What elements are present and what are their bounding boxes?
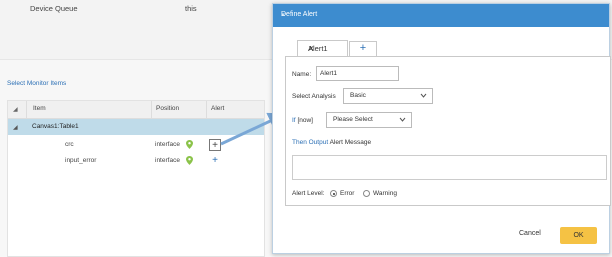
name-input[interactable]: Alert1: [316, 66, 399, 81]
if-link[interactable]: If: [292, 117, 296, 124]
section-title: Select Monitor Items: [7, 80, 67, 87]
row-item: crc: [65, 141, 74, 148]
analysis-value: Basic: [350, 92, 366, 99]
expand-group-icon[interactable]: ◢: [13, 124, 18, 131]
column-header-position[interactable]: Position: [156, 105, 179, 112]
warning-radio[interactable]: [363, 190, 370, 197]
column-divider: [26, 101, 27, 119]
cancel-button[interactable]: Cancel: [519, 230, 541, 237]
if-scope: [now]: [297, 117, 313, 124]
chevron-down-icon: [399, 117, 406, 122]
group-label: Canvas1:Table1: [32, 123, 79, 130]
alert-tabs-panel: Alert1 ✕ + Name: Alert1 Select Analysis …: [284, 40, 612, 207]
column-divider: [151, 101, 152, 119]
add-alert-button[interactable]: +: [209, 155, 221, 167]
alert-form: Name: Alert1 Select Analysis Basic If [n…: [285, 56, 611, 206]
row-position: interface: [155, 157, 180, 164]
warning-label: Warning: [373, 190, 397, 197]
then-output-label: Then Output Alert Message: [292, 139, 371, 146]
collapse-all-icon[interactable]: ◢: [13, 106, 18, 113]
column-divider: [206, 101, 207, 119]
device-queue-label: Device Queue: [30, 4, 78, 13]
table-row[interactable]: crc interface +: [8, 137, 264, 153]
analysis-select[interactable]: Basic: [343, 88, 433, 104]
location-pin-icon: [186, 140, 193, 149]
monitor-items-table: ◢ Item Position Alert ◢ Canvas1:Table1 c…: [7, 100, 265, 257]
table-row[interactable]: input_error interface +: [8, 153, 264, 169]
table-header: ◢ Item Position Alert: [8, 101, 264, 119]
ok-button[interactable]: OK: [560, 227, 597, 244]
condition-placeholder: Please Select: [333, 116, 373, 123]
column-header-alert[interactable]: Alert: [211, 105, 224, 112]
then-output-link[interactable]: Then Output: [292, 139, 328, 146]
alert-message-label: Alert Message: [329, 139, 372, 146]
close-tab-icon[interactable]: ✕: [308, 44, 314, 53]
dialog-title-bar[interactable]: Define Alert ×: [273, 4, 609, 27]
row-item: input_error: [65, 157, 97, 164]
tab-alert1[interactable]: Alert1 ✕: [297, 40, 348, 56]
error-label: Error: [340, 190, 355, 197]
add-tab-button[interactable]: +: [349, 41, 377, 56]
table-group-row[interactable]: ◢ Canvas1:Table1: [8, 119, 264, 135]
row-position: interface: [155, 141, 180, 148]
chevron-down-icon: [420, 93, 427, 98]
column-header-item[interactable]: Item: [33, 105, 46, 112]
define-alert-dialog: Define Alert × Alert1 ✕ + Name: Alert1 S…: [272, 3, 612, 254]
close-icon[interactable]: ×: [281, 11, 603, 21]
location-pin-icon: [186, 156, 193, 165]
condition-select[interactable]: Please Select: [326, 112, 412, 128]
device-queue-value: this: [185, 4, 197, 13]
alert-message-textarea[interactable]: [292, 155, 607, 180]
add-alert-button[interactable]: +: [209, 139, 221, 151]
error-radio[interactable]: [330, 190, 337, 197]
name-label: Name:: [292, 71, 312, 78]
if-condition-label: If [now]: [292, 117, 313, 124]
select-analysis-label: Select Analysis: [292, 93, 336, 100]
alert-level-label: Alert Level:: [292, 190, 325, 197]
